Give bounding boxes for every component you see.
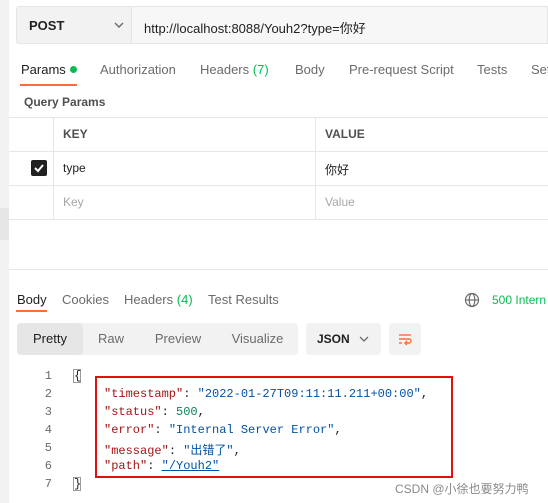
response-tab-underline: [16, 310, 47, 312]
header-check-cell: [9, 118, 53, 151]
header-key-cell: KEY: [53, 118, 315, 151]
param-value: 你好: [325, 163, 350, 177]
table-row: type 你好: [9, 152, 548, 186]
tab-response-headers-count: (4): [176, 292, 193, 307]
highlight-annotation-box: [95, 376, 453, 478]
param-key: type: [63, 161, 86, 175]
url-input[interactable]: http://localhost:8088/Youh2?type=你好: [131, 6, 548, 44]
tab-headers-count: (7): [252, 62, 269, 77]
params-active-dot-icon: [69, 66, 77, 73]
line-number: 5: [44, 441, 52, 455]
param-value-cell[interactable]: 你好: [315, 152, 548, 185]
code-open-brace: {: [74, 369, 82, 383]
query-params-table: KEY VALUE type 你好 Key Value: [9, 117, 548, 220]
param-checkbox[interactable]: [31, 160, 47, 176]
view-mode-selector: Pretty Raw Preview Visualize: [17, 323, 298, 355]
line-number: 2: [44, 387, 52, 401]
tab-params-label: Params: [21, 62, 66, 77]
tab-settings[interactable]: Set: [531, 62, 548, 77]
new-value-field[interactable]: Value: [315, 186, 548, 219]
view-visualize-button[interactable]: Visualize: [217, 323, 298, 355]
query-params-title: Query Params: [24, 95, 106, 109]
tab-response-headers-label: Headers: [124, 292, 174, 307]
tab-params[interactable]: Params: [21, 62, 77, 77]
tab-test-results[interactable]: Test Results: [208, 292, 279, 307]
header-value: VALUE: [325, 127, 365, 141]
tab-pre-request-script[interactable]: Pre-request Script: [349, 62, 454, 77]
chevron-down-icon: [359, 336, 369, 342]
view-pretty-button[interactable]: Pretty: [17, 323, 83, 355]
row-check-cell: [9, 152, 53, 185]
line-number: 6: [44, 459, 52, 473]
line-number: 7: [44, 477, 52, 491]
tab-authorization[interactable]: Authorization: [100, 62, 176, 77]
table-header-row: KEY VALUE: [9, 117, 548, 152]
tab-headers-label: Headers: [200, 62, 250, 77]
wrap-lines-icon: [399, 334, 412, 346]
gutter-block: [0, 208, 9, 240]
chevron-down-icon: [114, 22, 124, 28]
key-placeholder: Key: [63, 195, 84, 209]
line-number: 1: [44, 369, 52, 383]
empty-check-cell: [9, 186, 53, 219]
wrap-lines-button[interactable]: [389, 323, 421, 355]
line-number: 3: [44, 405, 52, 419]
pane-divider[interactable]: [9, 269, 548, 270]
code-close-brace: }: [74, 477, 82, 491]
response-status[interactable]: 500 Intern: [492, 293, 546, 307]
tab-response-body[interactable]: Body: [17, 292, 47, 307]
value-placeholder: Value: [325, 195, 355, 209]
table-row-empty: Key Value: [9, 186, 548, 220]
format-label: JSON: [317, 332, 350, 346]
view-raw-button[interactable]: Raw: [83, 323, 139, 355]
checkmark-icon: [34, 164, 44, 173]
method-label: POST: [29, 18, 65, 33]
request-tabs: Params Authorization Headers (7) Body Pr…: [0, 56, 548, 86]
new-key-field[interactable]: Key: [53, 186, 315, 219]
line-number: 4: [44, 423, 52, 437]
header-value-cell: VALUE: [315, 118, 548, 151]
tab-tests[interactable]: Tests: [477, 62, 507, 77]
active-tab-underline: [20, 84, 77, 86]
globe-icon[interactable]: [464, 292, 480, 308]
tab-body[interactable]: Body: [295, 62, 325, 77]
view-preview-button[interactable]: Preview: [139, 323, 217, 355]
tab-headers[interactable]: Headers (7): [200, 62, 269, 77]
url-value: http://localhost:8088/Youh2?type=你好: [144, 21, 366, 36]
format-select[interactable]: JSON: [306, 323, 381, 355]
tab-response-headers[interactable]: Headers (4): [124, 292, 193, 307]
tab-cookies[interactable]: Cookies: [62, 292, 109, 307]
method-select[interactable]: POST: [16, 6, 131, 44]
header-key: KEY: [63, 127, 88, 141]
watermark: CSDN @小徐也要努力鸭: [395, 482, 529, 496]
param-key-cell[interactable]: type: [53, 152, 315, 185]
url-bar: POST http://localhost:8088/Youh2?type=你好: [16, 6, 548, 44]
